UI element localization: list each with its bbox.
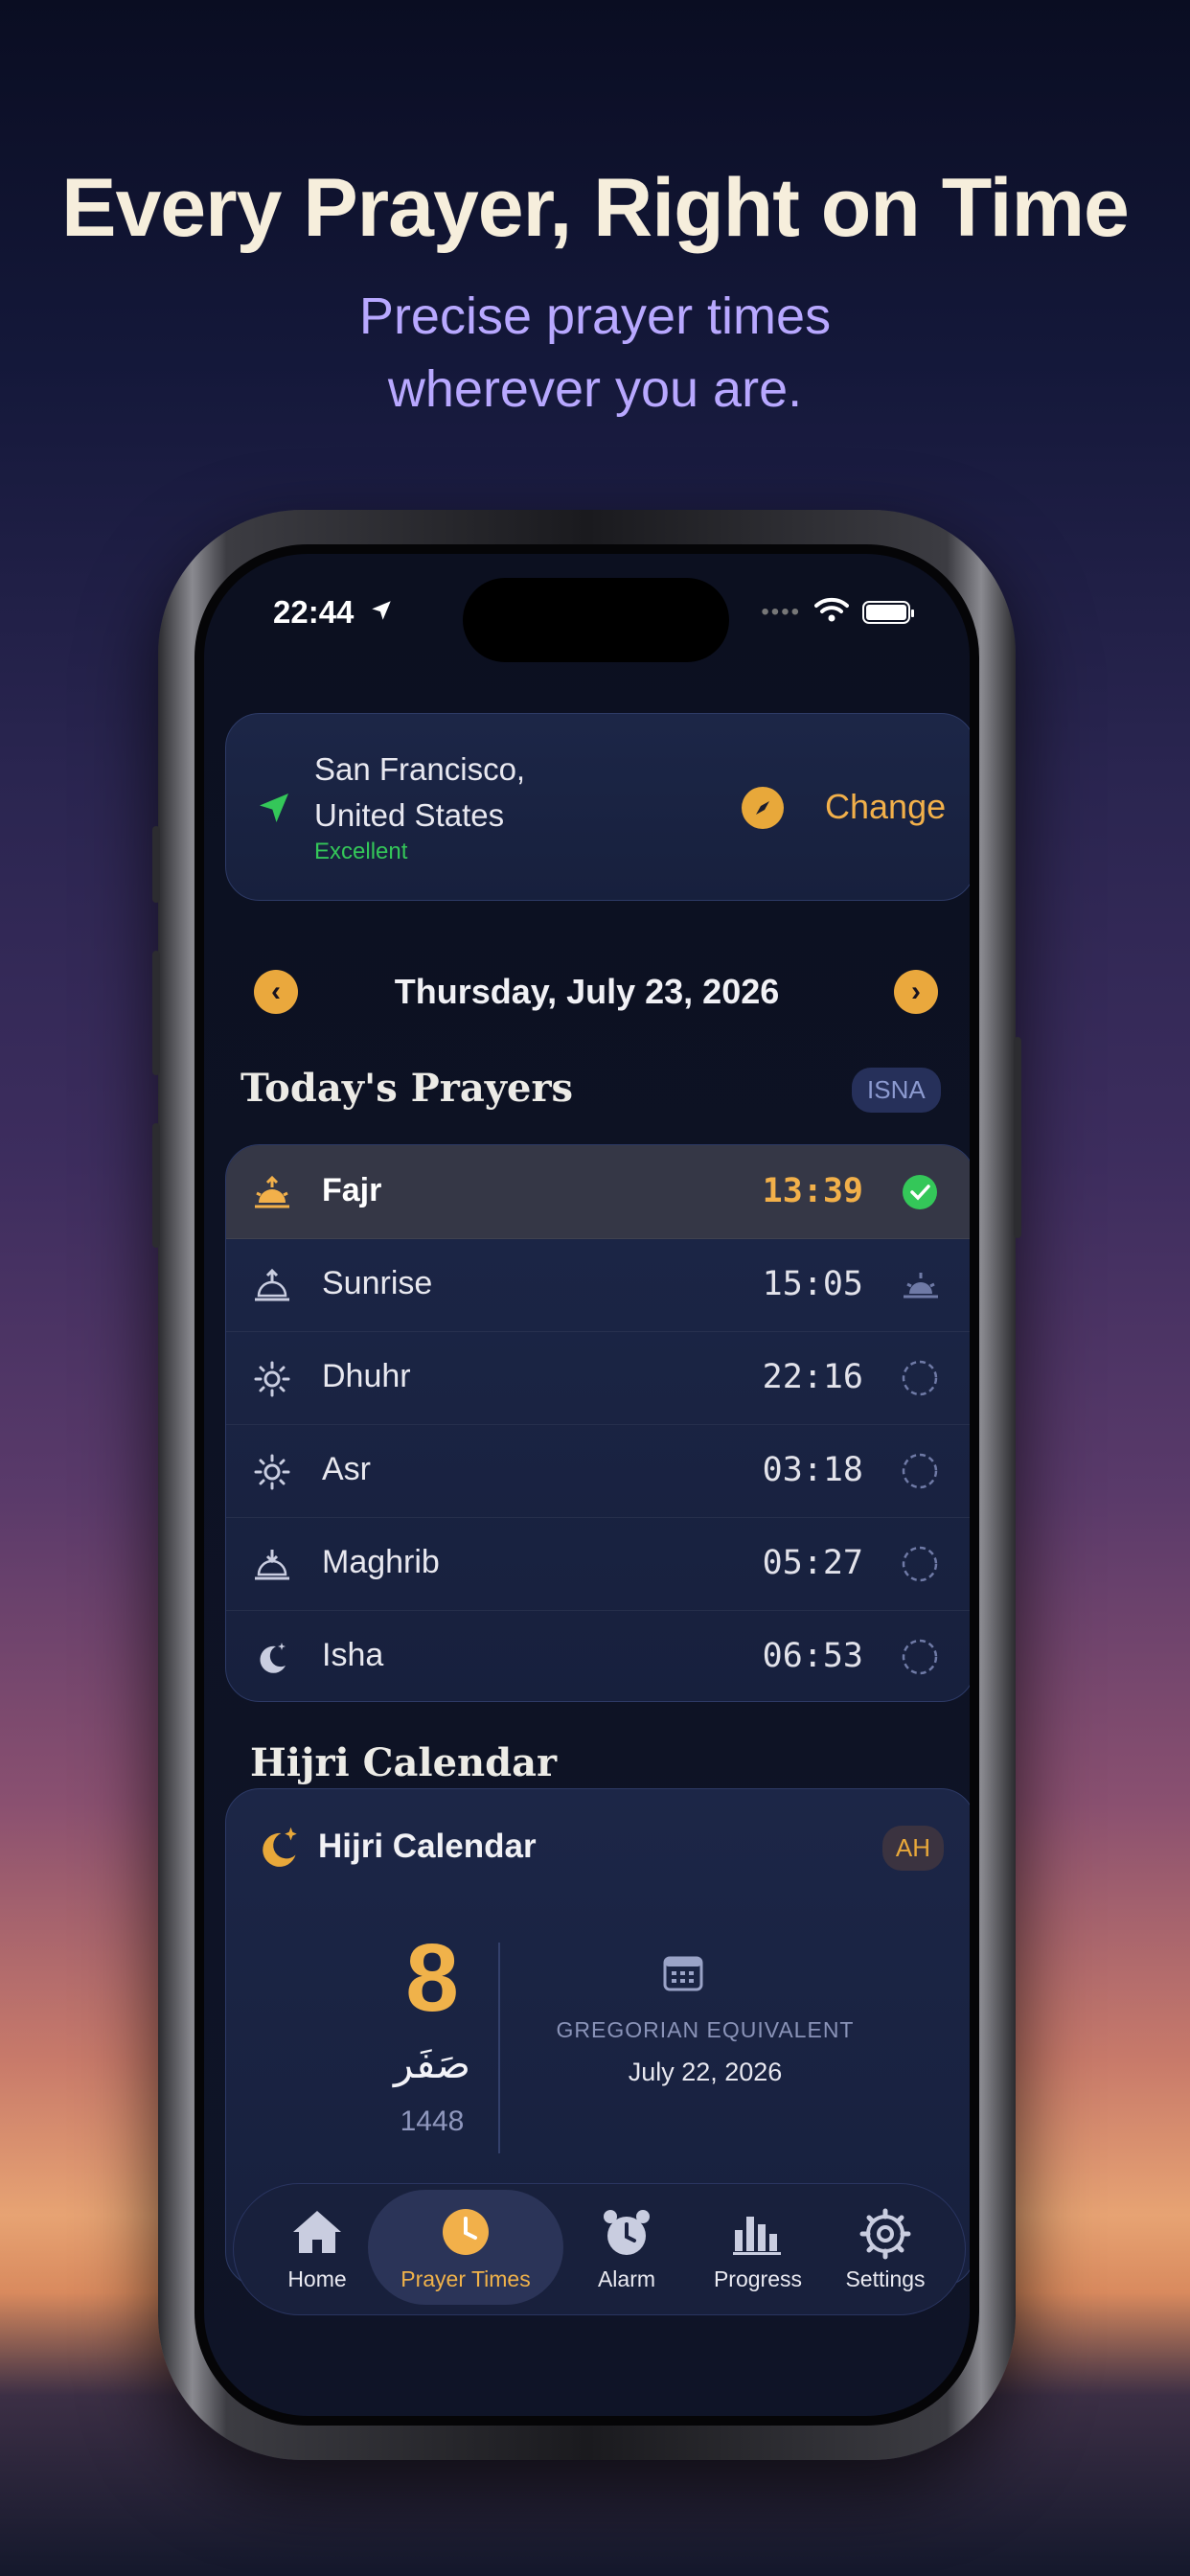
tab-label: Prayer Times [400, 2266, 531, 2291]
prayer-name: Maghrib [322, 1544, 440, 1580]
prayer-name: Asr [322, 1451, 371, 1487]
compass-icon[interactable] [742, 787, 784, 829]
phone-screen: 22:44 •••• San Francisco, United States … [195, 544, 979, 2426]
divider [498, 1943, 500, 2153]
next-day-button[interactable]: › [894, 970, 938, 1014]
signal-icon: •••• [761, 598, 801, 625]
prayer-row-asr[interactable]: Asr 03:18 [226, 1424, 970, 1518]
alarm-clock-icon [601, 2207, 652, 2266]
hijri-month: صَفَر [393, 2040, 471, 2087]
hijri-card-title: Hijri Calendar [318, 1828, 537, 1865]
status-time-text: 22:44 [273, 594, 355, 630]
calendar-icon [662, 1952, 704, 1997]
change-location-button[interactable]: Change [825, 787, 946, 827]
bar-chart-icon [731, 2207, 785, 2262]
sunrise-icon [253, 1174, 291, 1212]
prayer-row-isha[interactable]: Isha 06:53 [226, 1610, 970, 1701]
prayer-time: 06:53 [762, 1637, 863, 1675]
date-navigator: ‹ Thursday, July 23, 2026 › [204, 966, 970, 1024]
prayer-name: Dhuhr [322, 1358, 411, 1394]
volume-down-button [152, 1123, 160, 1248]
sunset-icon [253, 1546, 291, 1584]
tab-alarm[interactable]: Alarm [569, 2184, 684, 2313]
gregorian-label: GREGORIAN EQUIVALENT [556, 2017, 855, 2042]
navigation-arrow-icon [255, 789, 293, 832]
marketing-headline: Every Prayer, Right on Time [61, 162, 1130, 254]
current-date: Thursday, July 23, 2026 [394, 972, 780, 1011]
battery-icon [862, 600, 914, 624]
volume-up-button [152, 951, 160, 1075]
tab-bar: Home Prayer Times Alarm Progress Setting… [233, 2183, 966, 2315]
wifi-icon [814, 596, 849, 628]
prayer-time: 15:05 [762, 1265, 863, 1303]
hijri-year: 1448 [400, 2105, 465, 2137]
tab-home[interactable]: Home [264, 2184, 370, 2313]
hijri-day: 8 [405, 1924, 459, 2032]
subheadline-line-2: wherever you are. [387, 360, 803, 418]
tab-label: Home [287, 2266, 347, 2291]
house-icon [289, 2207, 345, 2262]
gear-icon [858, 2207, 912, 2266]
prayer-time: 22:16 [762, 1358, 863, 1396]
calc-method-badge[interactable]: ISNA [852, 1068, 941, 1113]
moon-icon [253, 1639, 291, 1677]
power-button [1014, 1037, 1021, 1238]
prayer-time: 03:18 [762, 1451, 863, 1489]
tab-label: Settings [845, 2266, 926, 2291]
location-quality: Excellent [314, 839, 408, 864]
pending-circle-icon[interactable] [902, 1639, 938, 1675]
tab-settings[interactable]: Settings [828, 2184, 943, 2313]
pending-circle-icon[interactable] [902, 1360, 938, 1396]
action-button [152, 826, 160, 903]
tab-label: Alarm [597, 2266, 656, 2291]
location-card[interactable]: San Francisco, United States Excellent C… [225, 713, 970, 901]
city-line-1: San Francisco, [314, 751, 526, 787]
prayer-time: 05:27 [762, 1544, 863, 1582]
prayer-row-maghrib[interactable]: Maghrib 05:27 [226, 1517, 970, 1611]
city-line-2: United States [314, 797, 505, 833]
prayer-name: Sunrise [322, 1265, 433, 1301]
status-bar-right: •••• [761, 596, 914, 628]
gregorian-date: July 22, 2026 [628, 2058, 783, 2086]
prayer-name: Isha [322, 1637, 384, 1673]
prayer-row-fajr[interactable]: Fajr 13:39 [226, 1145, 970, 1239]
prayer-time: 13:39 [762, 1172, 863, 1210]
sunrise-status-icon [902, 1267, 938, 1303]
crescent-moon-icon [255, 1824, 303, 1876]
hijri-section-title: Hijri Calendar [250, 1740, 558, 1785]
dynamic-island [463, 578, 729, 662]
prayer-row-sunrise[interactable]: Sunrise 15:05 [226, 1238, 970, 1332]
tab-progress[interactable]: Progress [696, 2184, 820, 2313]
clock-icon [441, 2207, 491, 2262]
sunrise-icon [253, 1267, 291, 1305]
prayer-name: Fajr [322, 1172, 382, 1208]
location-arrow-icon [369, 594, 394, 631]
status-bar-time: 22:44 [273, 594, 394, 631]
pending-circle-icon[interactable] [902, 1546, 938, 1582]
prayer-list: Fajr 13:39 Sunrise 15:05 Dhuhr 22:16 Asr… [225, 1144, 970, 1702]
phone-frame: 22:44 •••• San Francisco, United States … [152, 510, 1021, 2460]
prayer-row-dhuhr[interactable]: Dhuhr 22:16 [226, 1331, 970, 1425]
location-city: San Francisco, United States [314, 747, 525, 839]
sun-icon [253, 1453, 291, 1491]
marketing-subheadline: Precise prayer times wherever you are. [0, 280, 1190, 426]
tab-label: Progress [713, 2266, 803, 2291]
check-circle-icon[interactable] [902, 1174, 938, 1210]
sun-icon [253, 1360, 291, 1398]
todays-prayers-title: Today's Prayers [240, 1066, 574, 1111]
pending-circle-icon[interactable] [902, 1453, 938, 1489]
tab-prayer-times[interactable]: Prayer Times [368, 2184, 563, 2313]
era-badge: AH [881, 1826, 944, 1871]
subheadline-line-1: Precise prayer times [358, 288, 832, 345]
